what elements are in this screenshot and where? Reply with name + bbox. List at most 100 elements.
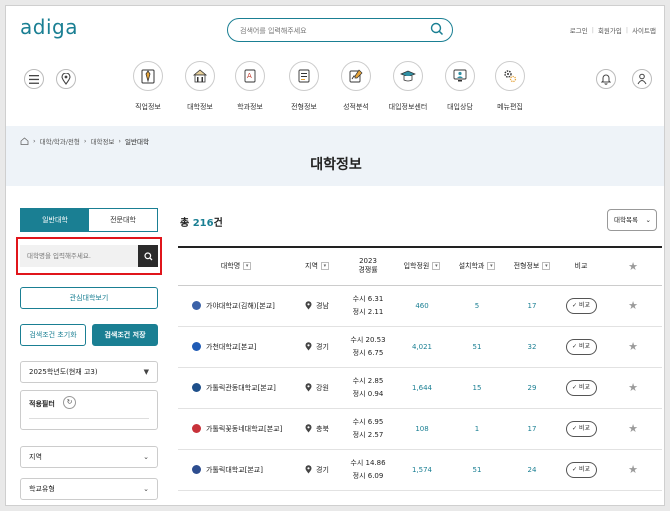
rate-susi: 수시 2.85 [352, 376, 384, 385]
region-select[interactable]: 지역 ⌄ [20, 446, 158, 468]
quota-cell[interactable]: 4,021 [396, 326, 448, 367]
university-name-input[interactable] [27, 249, 127, 263]
university-name-cell[interactable]: 가톨릭꽃동네대학교[본교] [178, 408, 294, 449]
sort-dropdown-icon[interactable]: ▾ [243, 262, 252, 271]
breadcrumb-item[interactable]: 대학/학과/전형 [40, 136, 80, 146]
breadcrumb-item[interactable]: 대학정보 [90, 136, 114, 146]
column-header-depts[interactable]: 설치학과 ▾ [448, 247, 506, 285]
quota-cell[interactable]: 460 [396, 285, 448, 326]
save-search-button[interactable]: 검색조건 저장 [92, 324, 158, 346]
nav-item-university-info[interactable]: 대학정보 [174, 61, 226, 112]
user-button[interactable] [632, 69, 652, 89]
admission-info-cell[interactable]: 17 [506, 408, 558, 449]
admission-info-cell[interactable]: 32 [506, 326, 558, 367]
favorite-star-icon[interactable]: ★ [628, 340, 638, 353]
nav-item-grade-analysis[interactable]: 성적분석 [330, 61, 382, 112]
sort-dropdown-icon[interactable]: ▾ [542, 262, 551, 271]
refresh-icon[interactable]: ↻ [63, 396, 76, 409]
sitemap-link[interactable]: 사이트맵 [632, 25, 656, 35]
departments-cell[interactable] [448, 490, 506, 505]
region-name: 경기 [316, 342, 329, 351]
nav-item-job-info[interactable]: 직업정보 [122, 61, 174, 112]
school-type-select[interactable]: 학교유형 ⌄ [20, 478, 158, 500]
building-icon [185, 61, 215, 91]
table-header-row: 대학명 ▾ 지역 ▾ 2023 경쟁률 입학정원 ▾ 설치학과 ▾ 전형정보 ▾ 비교 ★ [178, 247, 662, 285]
notification-button[interactable] [596, 69, 616, 89]
site-logo[interactable]: adiga [20, 15, 78, 39]
year-select[interactable]: 2025학년도(현재 고3) ▼ [20, 361, 158, 383]
favorite-cell: ★ [604, 408, 662, 449]
main-nav: 직업정보 대학정보 A 학과정보 전형정보 성적분석 대입정보센터 대입상담 메… [6, 56, 664, 122]
admission-info-cell[interactable] [506, 490, 558, 505]
column-header-admission[interactable]: 전형정보 ▾ [506, 247, 558, 285]
table-row[interactable]: 가톨릭꽃동네대학교[본교] 충북 수시 6.95 정시 2.57 108 1 17 ✓ 비교 ★ [178, 408, 662, 449]
column-header-region[interactable]: 지역 ▾ [294, 247, 340, 285]
admission-info-cell[interactable]: 29 [506, 367, 558, 408]
tab-junior-college[interactable]: 전문대학 [89, 209, 157, 231]
column-header-quota[interactable]: 입학정원 ▾ [396, 247, 448, 285]
favorite-star-icon[interactable]: ★ [628, 463, 638, 476]
search-icon[interactable] [430, 22, 444, 38]
sort-dropdown-icon[interactable]: ▾ [320, 262, 329, 271]
departments-cell[interactable]: 1 [448, 408, 506, 449]
university-name-cell[interactable]: 가톨릭관동대학교[본교] [178, 367, 294, 408]
quota-cell[interactable] [396, 490, 448, 505]
sort-dropdown-icon[interactable]: ▾ [432, 262, 441, 271]
interest-universities-button[interactable]: 관심대학보기 [20, 287, 158, 309]
university-search-button[interactable] [138, 245, 158, 267]
favorite-star-icon[interactable]: ★ [628, 422, 638, 435]
login-link[interactable]: 로그인 [570, 25, 588, 35]
tab-general-university[interactable]: 일반대학 [21, 209, 89, 231]
reset-search-button[interactable]: 검색조건 초기화 [20, 324, 86, 346]
compare-cell: ✓ 비교 [558, 326, 604, 367]
table-row[interactable]: 가톨릭대학교[본교] 경기 수시 14.86 정시 6.09 1,574 51 24 ✓ 비교… [178, 449, 662, 490]
table-row[interactable]: 가천대학교[본교] 경기 수시 20.53 정시 6.75 4,021 51 32 ✓ 비교 ★ [178, 326, 662, 367]
university-name[interactable]: 가천대학교[본교] [206, 343, 257, 351]
university-name[interactable]: 가톨릭관동대학교[본교] [206, 384, 276, 392]
nav-item-admission-info[interactable]: 전형정보 [278, 61, 330, 112]
book-icon: A [235, 61, 265, 91]
quota-cell[interactable]: 108 [396, 408, 448, 449]
nav-item-counseling[interactable]: 대입상담 [434, 61, 486, 112]
table-row[interactable]: 가톨릭관동대학교[본교] 강원 수시 2.85 정시 0.94 1,644 15 29 ✓ 비… [178, 367, 662, 408]
table-row[interactable]: 가야대학교(김해)[본교] 경남 수시 6.31 정시 2.11 460 5 17 ✓ 비교 ★ [178, 285, 662, 326]
departments-cell[interactable]: 15 [448, 367, 506, 408]
favorite-star-icon[interactable]: ★ [628, 299, 638, 312]
university-list-button[interactable]: 대학목록 ⌄ [607, 209, 657, 231]
departments-cell[interactable]: 51 [448, 449, 506, 490]
quota-cell[interactable]: 1,574 [396, 449, 448, 490]
search-icon [143, 251, 152, 260]
compare-button[interactable]: ✓ 비교 [565, 338, 597, 355]
favorite-star-icon[interactable]: ★ [628, 381, 638, 394]
column-header-name[interactable]: 대학명 ▾ [178, 247, 294, 285]
compare-button[interactable]: ✓ 비교 [565, 420, 597, 437]
compare-button[interactable]: ✓ 비교 [565, 297, 597, 314]
university-name[interactable]: 가야대학교(김해)[본교] [206, 302, 275, 310]
nav-item-admission-center[interactable]: 대입정보센터 [382, 61, 434, 112]
site-search-input[interactable] [240, 23, 420, 38]
university-name-cell[interactable]: 가야대학교(김해)[본교] [178, 285, 294, 326]
admission-info-cell[interactable]: 17 [506, 285, 558, 326]
compare-button[interactable]: ✓ 비교 [565, 461, 597, 478]
university-name-cell[interactable]: 가천대학교[본교] [178, 326, 294, 367]
hamburger-menu-button[interactable] [24, 69, 44, 89]
university-name-cell[interactable]: 가톨릭대학교[본교] [178, 449, 294, 490]
university-name-cell[interactable] [178, 490, 294, 505]
quota-cell[interactable]: 1,644 [396, 367, 448, 408]
admission-info-cell[interactable]: 24 [506, 449, 558, 490]
site-search[interactable] [227, 18, 453, 42]
compare-cell: ✓ 비교 [558, 367, 604, 408]
nav-item-major-info[interactable]: A 학과정보 [224, 61, 276, 112]
table-row[interactable]: 수시 54.93 [178, 490, 662, 505]
departments-cell[interactable]: 51 [448, 326, 506, 367]
university-name[interactable]: 가톨릭꽃동네대학교[본교] [206, 425, 282, 433]
favorite-cell [604, 490, 662, 505]
departments-cell[interactable]: 5 [448, 285, 506, 326]
compare-button[interactable]: ✓ 비교 [565, 379, 597, 396]
nav-item-edit-menu[interactable]: 메뉴편집 [484, 61, 536, 112]
signup-link[interactable]: 회원가입 [598, 25, 622, 35]
sort-dropdown-icon[interactable]: ▾ [487, 262, 496, 271]
compare-cell: ✓ 비교 [558, 408, 604, 449]
university-name[interactable]: 가톨릭대학교[본교] [206, 466, 263, 474]
location-button[interactable] [56, 69, 76, 89]
